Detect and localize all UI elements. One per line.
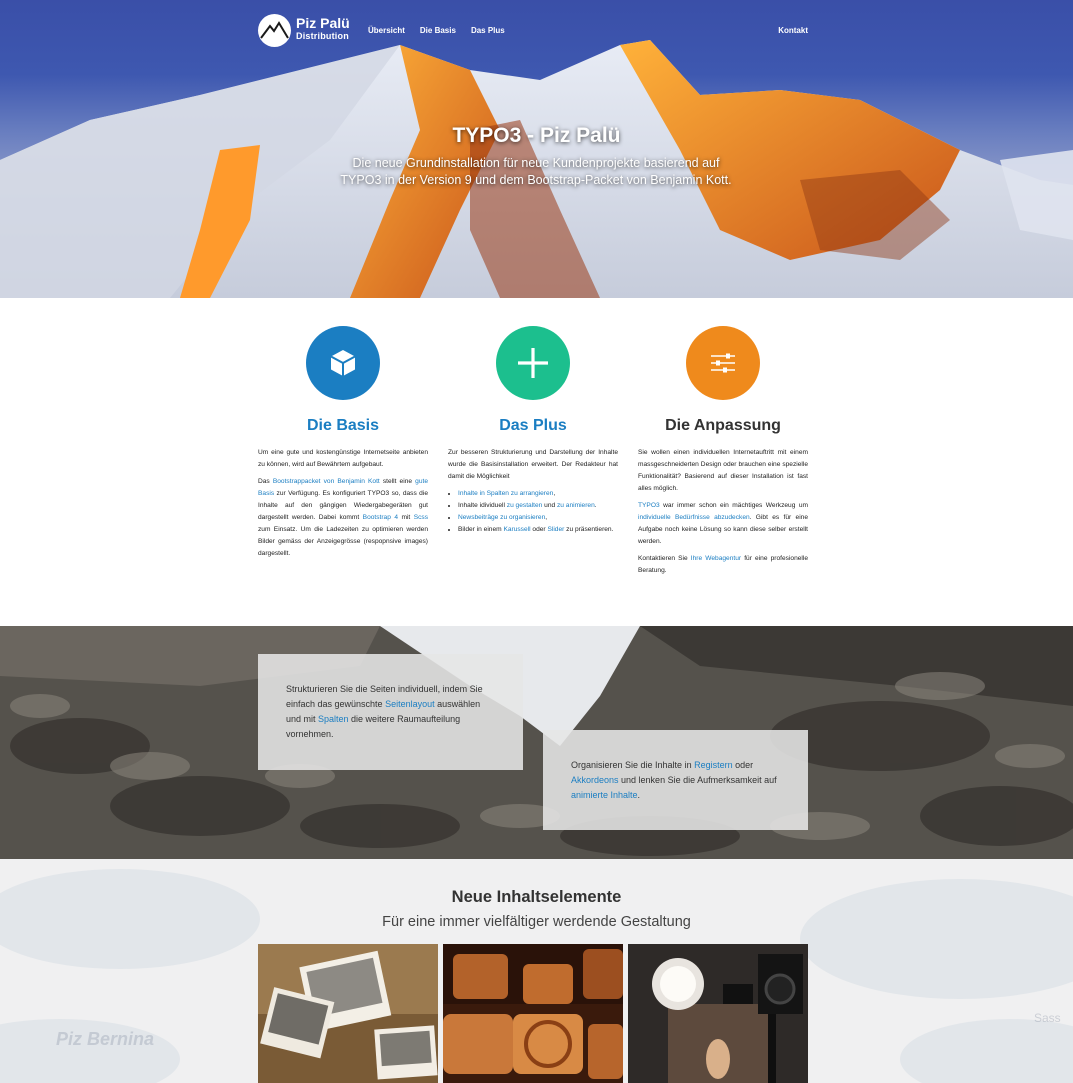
feature-text: Sie wollen einen individuellen Interneta… [638,447,808,577]
plus-icon [496,326,570,400]
link-bootstrap4[interactable]: Bootstrap 4 [363,514,398,521]
link-animieren[interactable]: zu animieren [557,502,595,509]
feature-title: Das Plus [499,417,567,434]
text: Bilder in einem [458,526,504,533]
nav-link-kontakt[interactable]: Kontakt [778,26,808,35]
new-elements-section: Piz Bernina Sass Neue Inhaltselemente Fü… [0,859,1073,1083]
link-gestalten[interactable]: zu gestalten [507,502,543,509]
feature-die-anpassung: Die Anpassung Sie wollen einen individue… [638,326,808,582]
text: stellt eine [379,478,416,485]
feature-paragraph: Kontaktieren Sie Ihre Webagentur für ein… [638,553,808,577]
camera-studio-image[interactable] [628,944,808,1083]
content-info-box: Organisieren Sie die Inhalte in Register… [543,730,808,830]
link-spalten-box[interactable]: Spalten [318,714,349,724]
nav-link-das-plus[interactable]: Das Plus [471,26,505,35]
link-registern[interactable]: Registern [694,760,733,770]
feature-die-basis: Die Basis Um eine gute und kostengünstig… [258,326,428,565]
feature-title: Die Anpassung [665,417,781,434]
link-spalten[interactable]: Inhalte in Spalten zu arrangieren [458,490,553,497]
text: . [594,502,597,509]
link-bootstrappacket[interactable]: Bootstrappacket von Benjamin Kott [273,478,380,485]
text: mit [398,514,414,521]
text: war immer schon ein mächtiges Werkzeug u… [659,502,808,509]
logo-subtitle: Distribution [296,31,349,41]
feature-paragraph: Um eine gute und kostengünstige Internet… [258,449,428,468]
feature-text: Zur besseren Strukturierung und Darstell… [448,447,618,536]
stamps-image[interactable] [443,944,623,1083]
link-typo3[interactable]: TYPO3 [638,502,660,509]
text: zum Einsatz. Um die Ladezeiten zu optimi… [258,526,428,557]
section-title: Neue Inhaltselemente [451,888,622,906]
text: Kontaktieren Sie [638,555,691,562]
link-karussell[interactable]: Karussell [503,526,530,533]
link-webagentur[interactable]: Ihre Webagentur [691,555,741,562]
text: und [542,502,557,509]
text: oder [530,526,548,533]
feature-das-plus: Das Plus Zur besseren Strukturierung und… [448,326,618,540]
text: , [545,514,548,521]
logo-title: Piz Palü [296,15,350,31]
features-section: Die Basis Um eine gute und kostengünstig… [0,298,1073,626]
text: Inhalte idividuell [458,502,507,509]
hero-title: TYPO3 - Piz Palü [452,124,621,147]
list-item: Newsbeiträge zu organisieren, [458,512,618,524]
link-scss[interactable]: Scss [414,514,428,521]
watermark-piz-bernina: Piz Bernina [56,1029,155,1049]
list-item: Bilder in einem Karussell oder Slider zu… [458,524,618,536]
photo-prints-image[interactable] [258,944,438,1083]
text: und lenken Sie die Aufmerksamkeit auf [618,775,777,785]
nav-links: Übersicht Die Basis Das Plus [368,26,505,35]
text: oder [732,760,754,770]
rocks-parallax-section: Strukturieren Sie die Seiten individuell… [0,626,1073,859]
list-item: Inhalte in Spalten zu arrangieren, [458,488,618,500]
hero-banner: Piz Palü Distribution Übersicht Die Basi… [0,0,1073,298]
feature-paragraph: Zur besseren Strukturierung und Darstell… [448,449,618,480]
text: zu präsentieren. [564,526,614,533]
nav-link-die-basis[interactable]: Die Basis [420,26,456,35]
feature-paragraph: Das Bootstrappacket von Benjamin Kott st… [258,476,428,560]
section-subtitle: Für eine immer vielfältiger werdende Ges… [382,914,691,930]
watermark-sass: Sass [1034,1011,1061,1025]
link-news[interactable]: Newsbeiträge zu organisieren [458,514,545,521]
feature-paragraph: Sie wollen einen individuellen Interneta… [638,449,808,492]
feature-paragraph: TYPO3 war immer schon ein mächtiges Werk… [638,500,808,548]
rocks-background [0,626,1073,859]
feature-text: Um eine gute und kostengünstige Internet… [258,447,428,560]
text: . [637,790,641,800]
logo-text[interactable]: Piz Palü Distribution [296,16,350,41]
link-akkordeons[interactable]: Akkordeons [571,775,619,785]
main-navigation: Piz Palü Distribution Übersicht Die Basi… [258,14,808,48]
hero-subtitle: Die neue Grundinstallation für neue Kund… [340,156,732,187]
list-item: Inhalte idividuell zu gestalten und zu a… [458,500,618,512]
link-animierte-inhalte[interactable]: animierte Inhalte [571,790,638,800]
text: , [553,490,556,497]
link-slider[interactable]: Slider [547,526,564,533]
sliders-icon [686,326,760,400]
feature-list: Inhalte in Spalten zu arrangieren, Inhal… [458,488,618,536]
layout-info-box: Strukturieren Sie die Seiten individuell… [258,654,523,770]
nav-link-uebersicht[interactable]: Übersicht [368,26,405,35]
logo-mountain-icon[interactable] [258,14,291,47]
link-beduerfnisse[interactable]: individuelle Bedürfnisse abzudecken [638,514,750,521]
feature-title: Die Basis [306,417,380,434]
text: Organisieren Sie die Inhalte in [571,760,695,770]
text: Das [258,478,273,485]
cube-icon [306,326,380,400]
link-seitenlayout[interactable]: Seitenlayout [385,699,435,709]
